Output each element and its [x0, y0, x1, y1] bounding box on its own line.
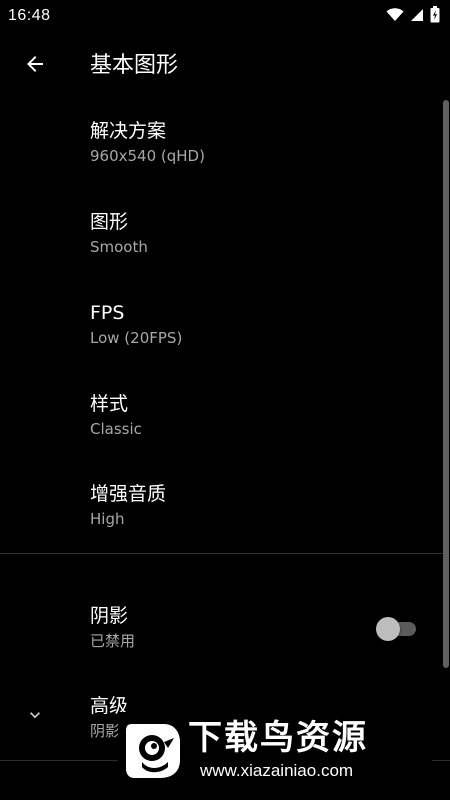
battery-icon: [430, 5, 440, 27]
preference-list[interactable]: 解决方案 960x540 (qHD) 图形 Smooth FPS Low (20…: [0, 100, 450, 800]
chevron-down-icon: [25, 705, 45, 729]
page-title: 基本图形: [90, 53, 179, 78]
pref-graphics[interactable]: 图形 Smooth: [90, 209, 390, 258]
toggle-thumb: [376, 617, 400, 641]
pref-fps[interactable]: FPS Low (20FPS): [90, 300, 390, 349]
watermark: 下载鸟资源 www.xiazainiao.com: [118, 712, 432, 788]
pref-style[interactable]: 样式 Classic: [90, 391, 390, 440]
pref-summary: High: [90, 510, 125, 528]
toolbar: 基本图形: [0, 32, 450, 100]
status-bar: 16:48: [0, 0, 450, 32]
cell-signal-icon: [410, 7, 424, 26]
pref-title: FPS: [90, 302, 125, 324]
pref-summary: Classic: [90, 420, 142, 438]
pref-summary: 已禁用: [90, 632, 136, 650]
expand-advanced-button[interactable]: [22, 704, 48, 730]
pref-title: 样式: [90, 393, 129, 415]
pref-title: 增强音质: [90, 483, 167, 505]
wifi-icon: [386, 7, 404, 26]
pref-title: 图形: [90, 211, 129, 233]
pref-summary: 960x540 (qHD): [90, 147, 205, 165]
watermark-url: www.xiazainiao.com: [200, 761, 354, 780]
pref-enhanced-audio[interactable]: 增强音质 High: [90, 481, 390, 530]
shadow-toggle[interactable]: [376, 616, 416, 642]
status-time: 16:48: [8, 7, 51, 24]
pref-title: 解决方案: [90, 120, 167, 142]
pref-title: 阴影: [90, 605, 129, 627]
scrollbar[interactable]: [443, 100, 449, 668]
status-icons: [386, 5, 440, 27]
watermark-brand: 下载鸟资源: [188, 718, 368, 758]
pref-shadow[interactable]: 阴影 已禁用: [90, 603, 390, 652]
section-divider: [0, 553, 444, 554]
pref-resolution[interactable]: 解决方案 960x540 (qHD): [90, 118, 390, 167]
pref-summary: Smooth: [90, 238, 148, 256]
arrow-left-icon: [23, 52, 47, 80]
back-button[interactable]: [20, 51, 50, 81]
bird-logo-icon: [126, 724, 180, 778]
pref-summary: Low (20FPS): [90, 329, 183, 347]
